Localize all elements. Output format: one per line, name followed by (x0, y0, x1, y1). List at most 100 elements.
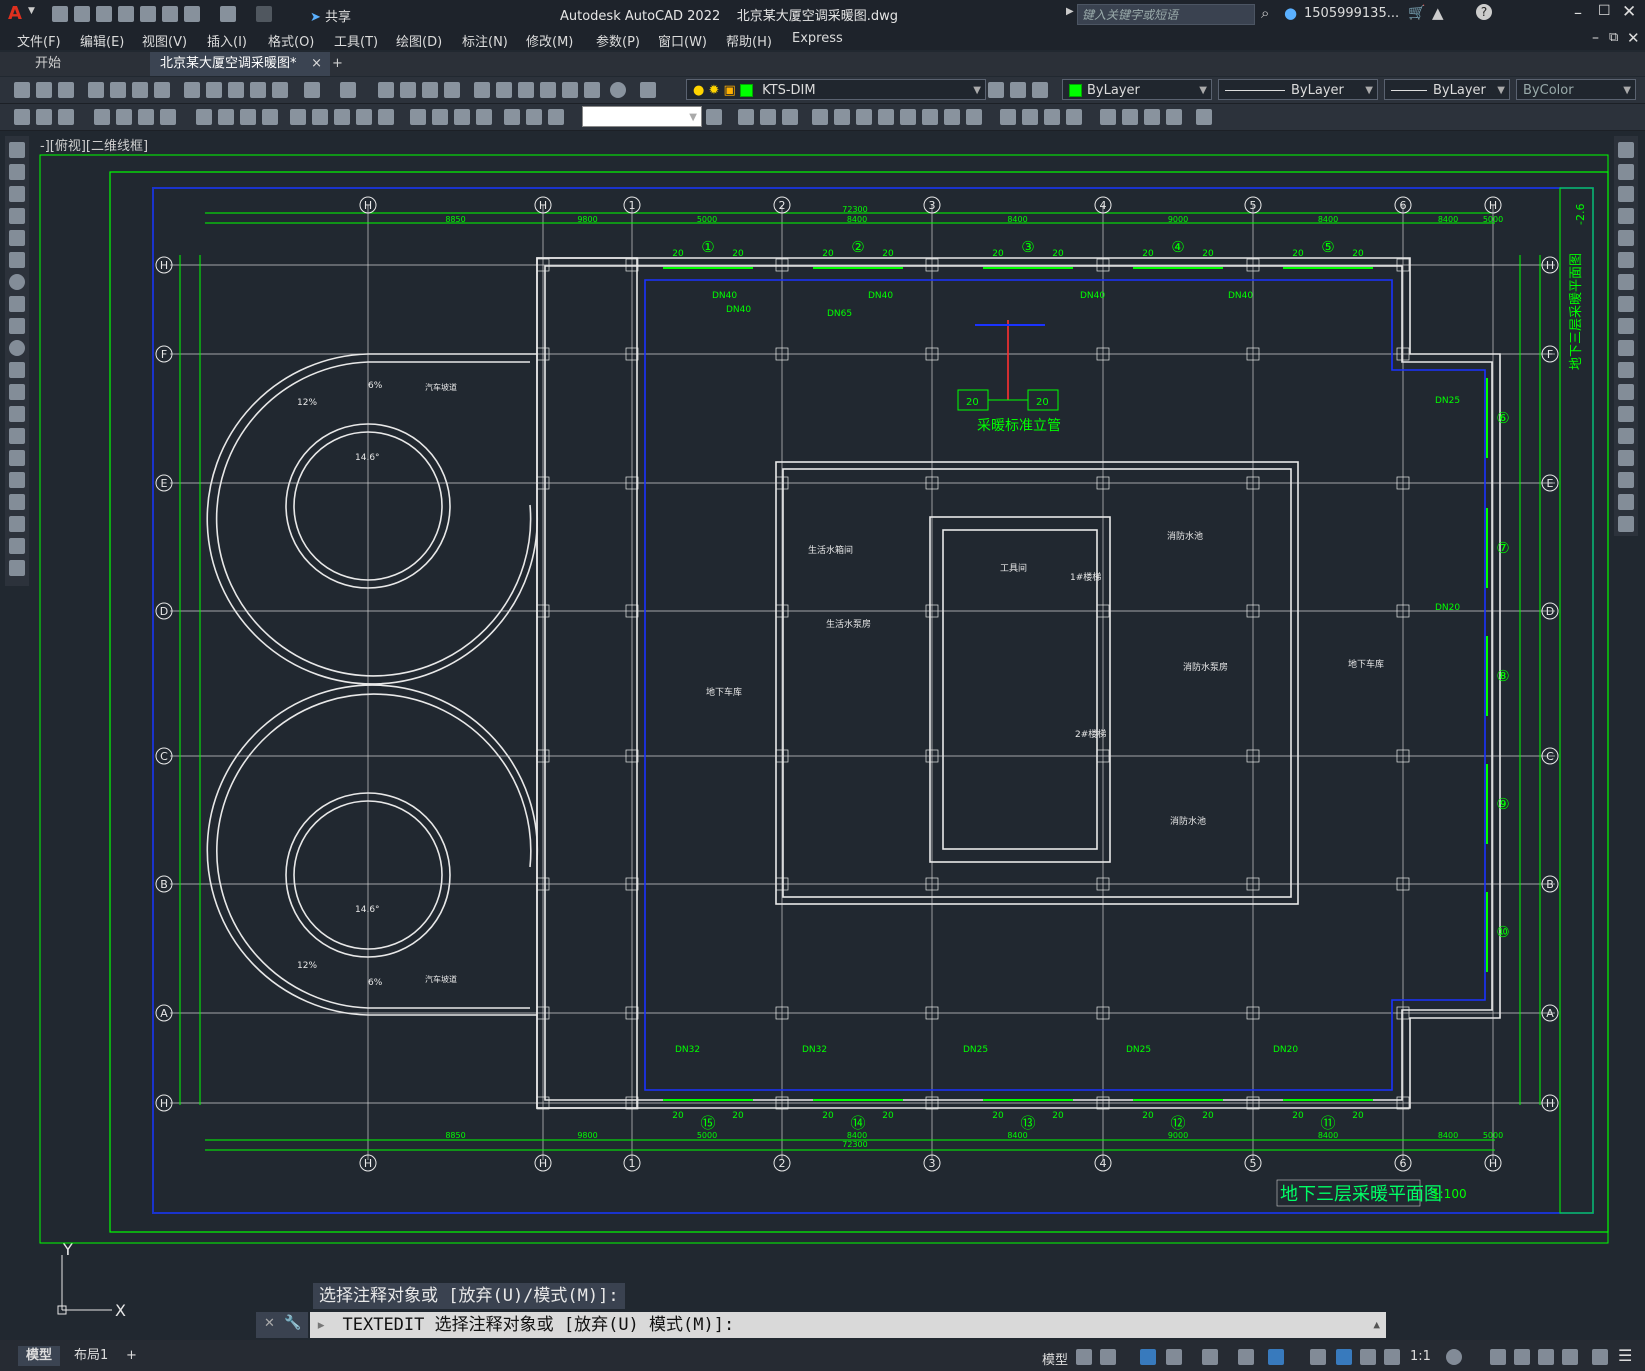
dim-baseline-icon[interactable] (312, 109, 328, 125)
gradient-icon[interactable] (9, 472, 25, 488)
viewport-controls-label[interactable]: -][俯视][二维线框] (40, 138, 148, 154)
sheet-set-icon[interactable] (540, 82, 556, 98)
join-icon[interactable] (1022, 109, 1038, 125)
copy-icon[interactable] (1618, 164, 1634, 180)
construction-line-icon[interactable] (9, 164, 25, 180)
dim-arc-icon[interactable] (138, 109, 154, 125)
menu-format[interactable]: 格式(O) (268, 31, 314, 50)
inspect-icon[interactable] (454, 109, 470, 125)
offset-icon[interactable] (1618, 208, 1634, 224)
erase-icon[interactable] (1618, 142, 1634, 158)
dim-aligned-icon[interactable] (116, 109, 132, 125)
zoom-realtime-icon[interactable] (400, 82, 416, 98)
jogged-linear-icon[interactable] (476, 109, 492, 125)
dim-text-edit-icon[interactable] (526, 109, 542, 125)
copy-object-icon[interactable] (760, 109, 776, 125)
lineweight-dropdown[interactable]: ByLayer ▼ (1384, 79, 1510, 100)
rotate-icon[interactable] (1618, 274, 1634, 290)
insert-block-icon[interactable] (9, 384, 25, 400)
fillet-icon[interactable] (1066, 109, 1082, 125)
menu-help[interactable]: 帮助(H) (726, 31, 772, 50)
app-menu-chevron-icon[interactable]: ▼ (28, 6, 35, 16)
circle-icon[interactable] (9, 274, 25, 290)
break-point-icon[interactable] (1618, 384, 1634, 400)
menu-edit[interactable]: 编辑(E) (80, 31, 124, 50)
design-center-icon[interactable] (496, 82, 512, 98)
make-current-layer-icon[interactable] (988, 82, 1004, 98)
paste-icon[interactable] (228, 82, 244, 98)
polygon-icon[interactable] (9, 208, 25, 224)
preview-icon[interactable] (110, 82, 126, 98)
dim-edit-icon[interactable] (504, 109, 520, 125)
move-icon[interactable] (1618, 252, 1634, 268)
customize-menu-icon[interactable]: ☰ (1618, 1346, 1632, 1365)
workspace-icon[interactable] (14, 109, 30, 125)
offset-icon[interactable] (812, 109, 828, 125)
workspace-gear-icon[interactable] (1446, 1349, 1462, 1365)
command-customize-icon[interactable]: 🔧 (284, 1315, 301, 1331)
blend-icon[interactable] (1618, 494, 1634, 510)
menu-insert[interactable]: 插入(I) (207, 31, 247, 50)
chamfer-icon[interactable] (1044, 109, 1060, 125)
revcloud-icon[interactable] (9, 296, 25, 312)
layer-state-icon[interactable] (1032, 82, 1048, 98)
menu-draw[interactable]: 绘图(D) (396, 31, 442, 50)
save-web-icon[interactable] (162, 6, 178, 22)
arc-icon[interactable] (9, 252, 25, 268)
zoom-previous-icon[interactable] (444, 82, 460, 98)
spline-edit-icon[interactable] (1144, 109, 1160, 125)
model-space-button[interactable]: 模型 (1042, 1349, 1068, 1368)
undo-icon[interactable] (220, 6, 236, 22)
trim-icon[interactable] (1618, 340, 1634, 356)
stretch-icon[interactable] (922, 109, 938, 125)
rectangle-icon[interactable] (9, 230, 25, 246)
explode-icon[interactable] (1100, 109, 1116, 125)
doc-close-icon[interactable]: ✕ (1627, 29, 1640, 47)
object-snap-tracking-icon[interactable] (1238, 1349, 1254, 1365)
hatch-edit-icon[interactable] (1166, 109, 1182, 125)
redo-icon[interactable] (340, 82, 356, 98)
fillet-icon[interactable] (1618, 472, 1634, 488)
extend-icon[interactable] (1618, 362, 1634, 378)
search-expand-icon[interactable]: ▶ (1066, 6, 1074, 17)
dim-ordinate-icon[interactable] (160, 109, 176, 125)
save-as-icon[interactable] (118, 6, 134, 22)
tool-palettes-icon[interactable] (518, 82, 534, 98)
layer-previous-icon[interactable] (1010, 82, 1026, 98)
autocad-logo-icon[interactable]: A (8, 3, 22, 24)
layer-dropdown[interactable]: ● ✹ ▣ KTS-DIM ▼ (686, 79, 986, 100)
stretch-icon[interactable] (1618, 318, 1634, 334)
dim-jogged-icon[interactable] (218, 109, 234, 125)
dimstyle-dropdown[interactable]: ▼ (582, 106, 702, 127)
plot-icon[interactable] (184, 6, 200, 22)
menu-express[interactable]: Express (792, 31, 843, 46)
new-file-icon[interactable] (52, 6, 68, 22)
dim-radius-icon[interactable] (196, 109, 212, 125)
chamfer-icon[interactable] (1618, 450, 1634, 466)
color-dropdown[interactable]: ByLayer ▼ (1062, 79, 1212, 100)
markup-icon[interactable] (562, 82, 578, 98)
auto-scale-icon[interactable] (1360, 1349, 1376, 1365)
center-mark-icon[interactable] (432, 109, 448, 125)
dim-break-icon[interactable] (378, 109, 394, 125)
zoom-window-icon[interactable] (422, 82, 438, 98)
polar-icon[interactable] (1166, 1349, 1182, 1365)
command-close-icon[interactable]: ✕ (264, 1316, 275, 1331)
annotation-scale-icon[interactable] (1384, 1349, 1400, 1365)
explode-icon[interactable] (1618, 516, 1634, 532)
dim-linear-icon[interactable] (94, 109, 110, 125)
break-icon[interactable] (1000, 109, 1016, 125)
move-icon[interactable] (856, 109, 872, 125)
menu-view[interactable]: 视图(V) (142, 31, 187, 50)
extend-icon[interactable] (966, 109, 982, 125)
join-icon[interactable] (1618, 428, 1634, 444)
break-icon[interactable] (1618, 406, 1634, 422)
layer-properties-icon[interactable] (640, 82, 656, 98)
trim-icon[interactable] (944, 109, 960, 125)
dim-angular-icon[interactable] (262, 109, 278, 125)
dim-update-icon[interactable] (548, 109, 564, 125)
annotation-visibility-icon[interactable] (1336, 1349, 1352, 1365)
line-icon[interactable] (9, 142, 25, 158)
linetype-dropdown[interactable]: ByLayer ▼ (1218, 79, 1378, 100)
tolerance-icon[interactable] (410, 109, 426, 125)
